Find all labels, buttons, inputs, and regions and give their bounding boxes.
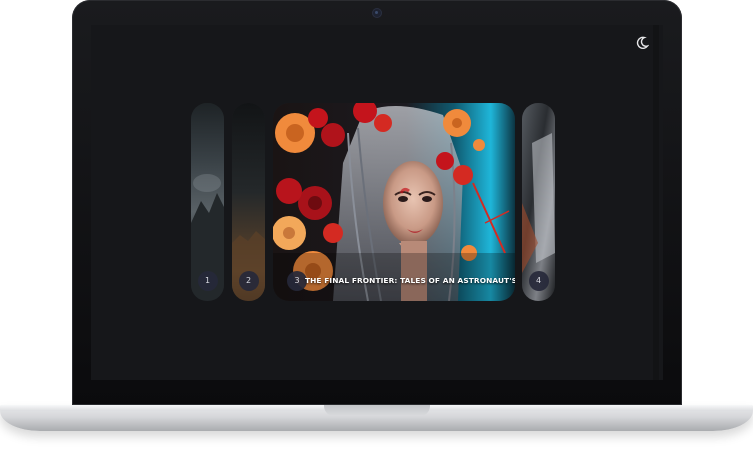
slide-number-badge: 4 xyxy=(528,271,549,291)
floral-cyborg-woman-image xyxy=(273,103,515,301)
scrollbar[interactable] xyxy=(653,25,659,380)
laptop-mockup: 1 2 3 THE FINAL FRONTIER: TALES OF AN AS… xyxy=(0,0,753,450)
app-screen: 1 2 3 THE FINAL FRONTIER: TALES OF AN AS… xyxy=(91,25,663,380)
webcam-icon xyxy=(373,9,381,17)
laptop-opening-notch xyxy=(324,405,430,416)
carousel-slide-3-active[interactable]: 3 THE FINAL FRONTIER: TALES OF AN ASTRON… xyxy=(273,103,515,301)
carousel-slide-4[interactable]: 4 xyxy=(522,103,555,301)
slide-number-badge: 2 xyxy=(238,271,259,291)
slide-title: THE FINAL FRONTIER: TALES OF AN ASTRONAU… xyxy=(305,276,515,285)
image-carousel: 1 2 3 THE FINAL FRONTIER: TALES OF AN AS… xyxy=(191,103,563,303)
carousel-slide-1[interactable]: 1 xyxy=(191,103,224,301)
slide-number-badge: 3 xyxy=(287,271,307,291)
carousel-slide-2[interactable]: 2 xyxy=(232,103,265,301)
moon-icon[interactable] xyxy=(635,35,650,49)
slide-number-badge: 1 xyxy=(197,271,218,291)
